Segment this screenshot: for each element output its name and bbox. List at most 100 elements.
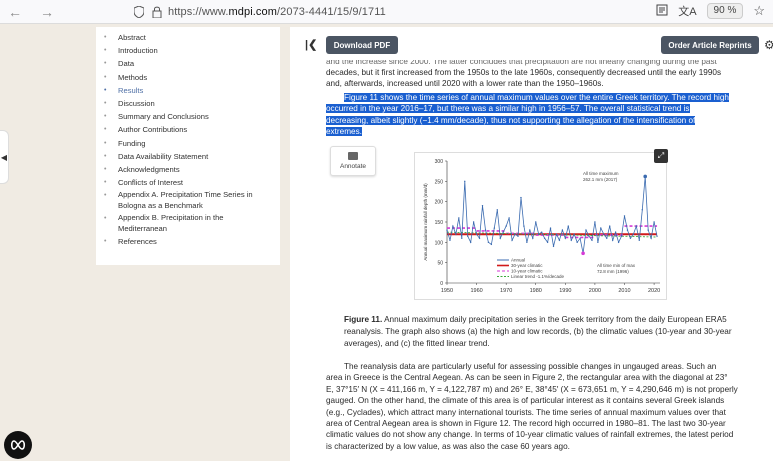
- translate-icon[interactable]: 文A: [678, 3, 696, 19]
- x-tick-label: 1980: [530, 288, 542, 294]
- legend-label: 30-year climatic: [511, 263, 543, 268]
- paragraph-next: The reanalysis data are particularly use…: [326, 361, 757, 452]
- annual-point: [481, 205, 484, 207]
- annual-point: [650, 237, 652, 239]
- toc-item[interactable]: • Data Availability Statement: [104, 150, 280, 163]
- zoom-level[interactable]: 90 %: [706, 3, 744, 19]
- toc-item[interactable]: • Author Contributions: [104, 123, 280, 136]
- toc-item-label: Data Availability Statement: [118, 151, 209, 161]
- annual-point: [469, 241, 472, 244]
- annual-point: [526, 241, 528, 244]
- legend-label: Linear trend -1.1%/decade: [511, 274, 565, 279]
- annual-point: [446, 229, 448, 231]
- annual-point: [561, 229, 564, 231]
- annual-point: [520, 196, 522, 199]
- forward-icon[interactable]: →: [36, 1, 58, 23]
- annual-point: [452, 225, 454, 227]
- toc-item[interactable]: • Discussion: [104, 97, 280, 110]
- y-tick-label: 150: [435, 220, 444, 226]
- annual-point: [635, 225, 638, 227]
- toc-item-label: Discussion: [118, 99, 155, 109]
- x-tick-label: 1950: [441, 288, 453, 294]
- annual-point: [532, 237, 534, 239]
- min-annotation: All time min of max: [597, 263, 636, 268]
- annotate-button[interactable]: Annotate: [330, 146, 376, 176]
- toc-item[interactable]: • Methods: [104, 71, 280, 84]
- toc-item-label: Appendix A. Precipitation Time Series in…: [118, 190, 253, 210]
- toc-item[interactable]: • Conflicts of Interest: [104, 176, 280, 189]
- figure-11[interactable]: 1950 1960 1970 1980 1990 2000 2010 2020 0 50 100 15…: [414, 152, 667, 300]
- url-bar[interactable]: https://www.mdpi.com/2073-4441/15/9/1711: [132, 3, 562, 21]
- annual-point: [614, 231, 617, 233]
- chat-bubble-button[interactable]: [4, 431, 32, 459]
- annual-point: [641, 209, 643, 211]
- toc-item[interactable]: • Abstract: [104, 31, 280, 44]
- download-pdf-button[interactable]: Download PDF: [326, 36, 398, 54]
- bullet-icon: •: [104, 166, 107, 174]
- toc-item[interactable]: • Funding: [104, 137, 280, 150]
- highlight-line: extremes.: [326, 127, 362, 137]
- sidebar-collapse-toggle[interactable]: ◀: [0, 130, 9, 184]
- chevron-left-icon: ◀: [0, 152, 8, 162]
- annual-point: [467, 235, 469, 237]
- bullet-icon: •: [104, 126, 107, 134]
- toc-item-label: Appendix B. Precipitation in the Mediter…: [118, 213, 224, 233]
- bullet-icon: •: [104, 73, 107, 81]
- bullet-icon: •: [104, 86, 107, 94]
- url-text: https://www.mdpi.com/2073-4441/15/9/1711: [168, 6, 386, 18]
- paragraph-highlighted[interactable]: Figure 11 shows the time series of annua…: [326, 92, 757, 138]
- table-of-contents: • Abstract • Introduction • Data • Methods • Resu…: [96, 27, 280, 265]
- annual-point: [552, 245, 555, 248]
- highlight-line: decreasing, albeit slightly (−1.4 mm/dec…: [326, 115, 696, 125]
- back-icon[interactable]: ←: [4, 1, 26, 23]
- gear-icon[interactable]: ⚙: [764, 38, 773, 52]
- toc-item[interactable]: • Results: [104, 84, 280, 97]
- annual-point: [609, 225, 611, 227]
- collapse-sidebar-icon[interactable]: |❮: [305, 38, 317, 51]
- toc-item[interactable]: • Appendix B. Precipitation in the Medite…: [104, 212, 280, 235]
- highlight-line: Figure 11 shows the time series of annua…: [344, 93, 729, 102]
- max-point: [643, 174, 648, 179]
- annual-point: [487, 241, 490, 244]
- annual-point: [455, 233, 457, 235]
- annual-point: [623, 215, 626, 217]
- text-line: area in Greece is the Central Aegean. As…: [326, 373, 728, 383]
- toc-item[interactable]: • Data: [104, 57, 280, 70]
- expand-figure-icon[interactable]: ⤢: [654, 149, 668, 163]
- caption-text: Annual maximum daily precipitation serie…: [344, 315, 732, 348]
- max-annotation: All time maximum: [583, 171, 619, 176]
- toc-item[interactable]: • Summary and Conclusions: [104, 110, 280, 123]
- x-tick-label: 2010: [618, 288, 630, 294]
- star-icon[interactable]: ☆: [753, 3, 765, 19]
- annual-point: [611, 239, 614, 241]
- toc-item[interactable]: • Acknowledgments: [104, 163, 280, 176]
- reader-view-icon[interactable]: [656, 4, 668, 19]
- comment-icon: [348, 152, 358, 160]
- y-tick-label: 100: [435, 240, 444, 246]
- bullet-icon: •: [104, 100, 107, 108]
- toc-item-label: Data: [118, 59, 135, 69]
- paragraph-previous: and the increase since 2000. The latter …: [326, 60, 757, 90]
- toc-item[interactable]: • Introduction: [104, 44, 280, 57]
- toc-item[interactable]: • References: [104, 235, 280, 248]
- annual-point: [576, 241, 578, 244]
- y-tick-label: 0: [440, 281, 443, 287]
- annual-point: [629, 237, 632, 239]
- bullet-icon: •: [104, 34, 107, 41]
- annual-point: [464, 180, 466, 183]
- bullet-icon: •: [104, 179, 107, 187]
- min-point: [581, 251, 585, 256]
- bullet-icon: •: [104, 152, 107, 160]
- annual-point: [505, 225, 507, 227]
- cut-text-line: and the increase since 2000. The latter …: [326, 60, 717, 66]
- x-tick-label: 2020: [648, 288, 660, 294]
- annual-point: [620, 235, 623, 237]
- caption-label: Figure 11.: [344, 315, 383, 324]
- x-tick-label: 1990: [559, 288, 571, 294]
- annual-point: [564, 237, 567, 239]
- annual-point: [499, 237, 501, 239]
- order-reprints-button[interactable]: Order Article Reprints: [661, 36, 759, 54]
- max-annotation: 262.1 mm (2017): [583, 177, 618, 182]
- toc-item[interactable]: • Appendix A. Precipitation Time Series i…: [104, 189, 280, 212]
- toc-item-label: Funding: [118, 138, 146, 148]
